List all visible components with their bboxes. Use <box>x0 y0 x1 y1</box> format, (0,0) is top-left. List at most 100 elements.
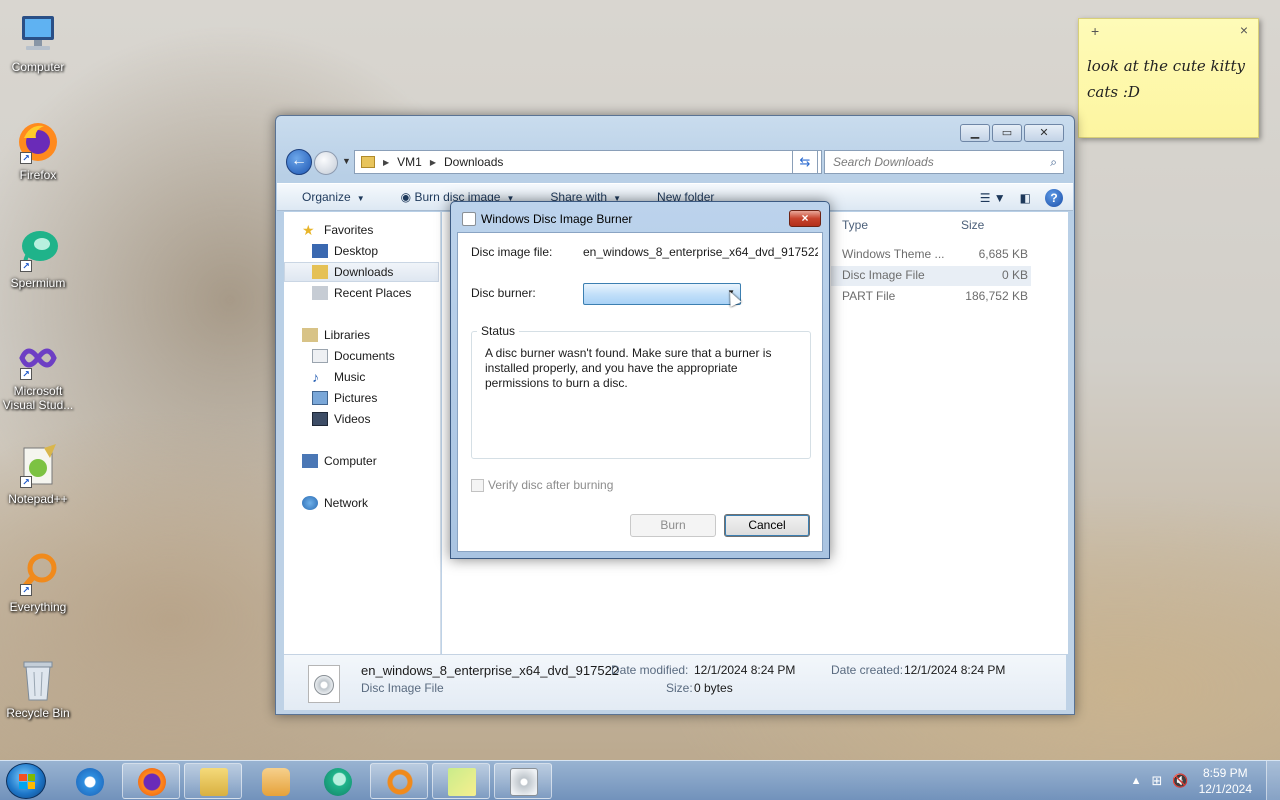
show-desktop-button[interactable] <box>1266 761 1280 800</box>
dialog-close-button[interactable]: × <box>789 210 821 227</box>
search-input[interactable]: Search Downloads ⌕ <box>824 150 1064 174</box>
windows-logo-icon <box>19 774 35 789</box>
desktop-icon-label: Computer <box>11 60 65 74</box>
nav-label: Libraries <box>324 328 371 342</box>
taskbar-spermium[interactable] <box>308 763 366 799</box>
folder-icon <box>200 768 228 796</box>
desktop-icon <box>312 244 328 258</box>
delete-note-button[interactable]: × <box>1240 22 1248 38</box>
breadcrumb-downloads[interactable]: Downloads <box>444 155 503 169</box>
recent-pages-dropdown[interactable]: ▼ <box>342 156 351 166</box>
firefox-icon <box>138 768 166 796</box>
dialog-body: Disc image file: en_windows_8_enterprise… <box>457 232 823 552</box>
recycle-bin-icon <box>14 656 62 704</box>
file-size-cell[interactable]: 0 KB <box>928 268 1028 282</box>
network-icon <box>302 496 318 510</box>
computer-icon <box>14 10 62 58</box>
breadcrumb-separator-icon[interactable]: ▶ <box>430 158 436 167</box>
minimize-button[interactable]: ▁ <box>960 124 990 142</box>
nav-music[interactable]: ♪ Music <box>312 367 365 387</box>
downloads-folder-icon <box>312 265 328 279</box>
desktop-icon-spermium[interactable]: ↗ Spermium <box>2 226 74 290</box>
organize-button[interactable]: Organize ▼ <box>277 190 377 204</box>
volume-muted-icon[interactable]: 🔇 <box>1172 773 1188 789</box>
network-status-icon[interactable]: ⊞ <box>1152 773 1163 789</box>
disc-burner-dropdown[interactable]: ▼ <box>583 283 741 305</box>
file-type-cell[interactable]: PART File <box>842 289 895 303</box>
desktop-icon-firefox[interactable]: ↗ Firefox <box>2 118 74 182</box>
cancel-button[interactable]: Cancel <box>724 514 810 537</box>
nav-label: Downloads <box>334 265 394 279</box>
search-placeholder: Search Downloads <box>833 155 934 169</box>
desktop-icon-notepad-plus-plus[interactable]: ↗ Notepad++ <box>2 442 74 506</box>
desktop-icon-label: Recycle Bin <box>6 706 70 720</box>
clock[interactable]: 8:59 PM 12/1/2024 <box>1199 765 1252 797</box>
details-size-value: 0 bytes <box>694 681 733 695</box>
search-icon[interactable]: ⌕ <box>1050 151 1057 173</box>
status-label: Status <box>477 324 520 338</box>
sticky-note-titlebar[interactable]: + × <box>1079 19 1258 43</box>
taskbar-disc-image-burner[interactable] <box>494 763 552 799</box>
pictures-icon <box>312 391 328 405</box>
address-row: ← ▼ ▶ VM1 ▶ Downloads ▼ ⇆ Search Downloa… <box>284 148 1066 176</box>
desktop-icon-visual-studio[interactable]: ↗ Microsoft Visual Stud... <box>2 334 74 412</box>
maximize-button[interactable]: ▭ <box>992 124 1022 142</box>
taskbar-sticky-notes[interactable] <box>432 763 490 799</box>
disc-icon: ◉ <box>400 190 415 204</box>
nav-label: Documents <box>334 349 395 363</box>
help-icon[interactable]: ? <box>1045 189 1063 207</box>
burn-button[interactable]: Burn <box>630 514 716 537</box>
nav-computer[interactable]: Computer <box>302 451 377 471</box>
disc-image-file-value: en_windows_8_enterprise_x64_dvd_917522.i <box>583 245 818 259</box>
clock-time: 8:59 PM <box>1202 766 1248 780</box>
taskbar-windows-explorer[interactable] <box>184 763 242 799</box>
column-header-size[interactable]: Size <box>961 218 984 232</box>
nav-documents[interactable]: Documents <box>312 346 395 366</box>
address-bar[interactable]: ▶ VM1 ▶ Downloads ▼ <box>354 150 822 174</box>
checkbox-box[interactable] <box>471 478 484 492</box>
sticky-note[interactable]: + × look at the cute kitty cats :D <box>1078 18 1259 138</box>
taskbar-media-player[interactable] <box>246 763 304 799</box>
taskbar-internet-explorer[interactable] <box>60 763 118 799</box>
desktop-icon-computer[interactable]: Computer <box>2 10 74 74</box>
file-size-cell[interactable]: 186,752 KB <box>928 289 1028 303</box>
file-type-cell[interactable]: Disc Image File <box>842 268 925 282</box>
navigation-pane: ★ Favorites Desktop Downloads Recent Pla… <box>284 212 441 654</box>
desktop-icon-recycle-bin[interactable]: Recycle Bin <box>2 656 74 720</box>
refresh-button[interactable]: ⇆ <box>792 150 818 174</box>
nav-desktop[interactable]: Desktop <box>312 241 378 261</box>
nav-pictures[interactable]: Pictures <box>312 388 377 408</box>
column-header-type[interactable]: Type <box>842 218 868 232</box>
details-file-kind: Disc Image File <box>361 681 444 695</box>
verify-disc-checkbox[interactable]: Verify disc after burning <box>471 478 613 492</box>
nav-videos[interactable]: Videos <box>312 409 370 429</box>
start-button[interactable] <box>6 763 46 799</box>
new-note-button[interactable]: + <box>1091 23 1099 39</box>
forward-button[interactable] <box>314 151 338 175</box>
star-icon: ★ <box>302 222 315 238</box>
nav-recent-places[interactable]: Recent Places <box>312 283 411 303</box>
disc-image-burner-dialog[interactable]: Windows Disc Image Burner × Disc image f… <box>450 201 830 559</box>
back-button[interactable]: ← <box>286 149 312 175</box>
nav-libraries[interactable]: Libraries <box>302 325 370 345</box>
preview-pane-icon[interactable]: ◧ <box>1020 191 1031 205</box>
change-view-icon[interactable]: ☰ ▼ <box>980 191 1006 205</box>
desktop-icon-everything[interactable]: ↗ Everything <box>2 550 74 614</box>
taskbar-everything[interactable] <box>370 763 428 799</box>
nav-favorites[interactable]: ★ Favorites <box>302 220 373 240</box>
shortcut-arrow-icon: ↗ <box>20 152 32 164</box>
show-hidden-icons-button[interactable]: ▲ <box>1131 775 1142 787</box>
file-size-cell[interactable]: 6,685 KB <box>928 247 1028 261</box>
close-button[interactable]: ✕ <box>1024 124 1064 142</box>
breadcrumb-separator-icon[interactable]: ▶ <box>383 158 389 167</box>
documents-icon <box>312 349 328 363</box>
nav-label: Computer <box>324 454 377 468</box>
media-player-icon <box>262 768 290 796</box>
taskbar-firefox[interactable] <box>122 763 180 799</box>
sticky-note-text[interactable]: look at the cute kitty cats :D <box>1079 43 1258 115</box>
nav-label: Network <box>324 496 369 510</box>
everything-search-icon <box>386 768 414 796</box>
breadcrumb-vm1[interactable]: VM1 <box>397 155 422 169</box>
nav-downloads[interactable]: Downloads <box>284 262 439 282</box>
nav-network[interactable]: Network <box>302 493 368 513</box>
